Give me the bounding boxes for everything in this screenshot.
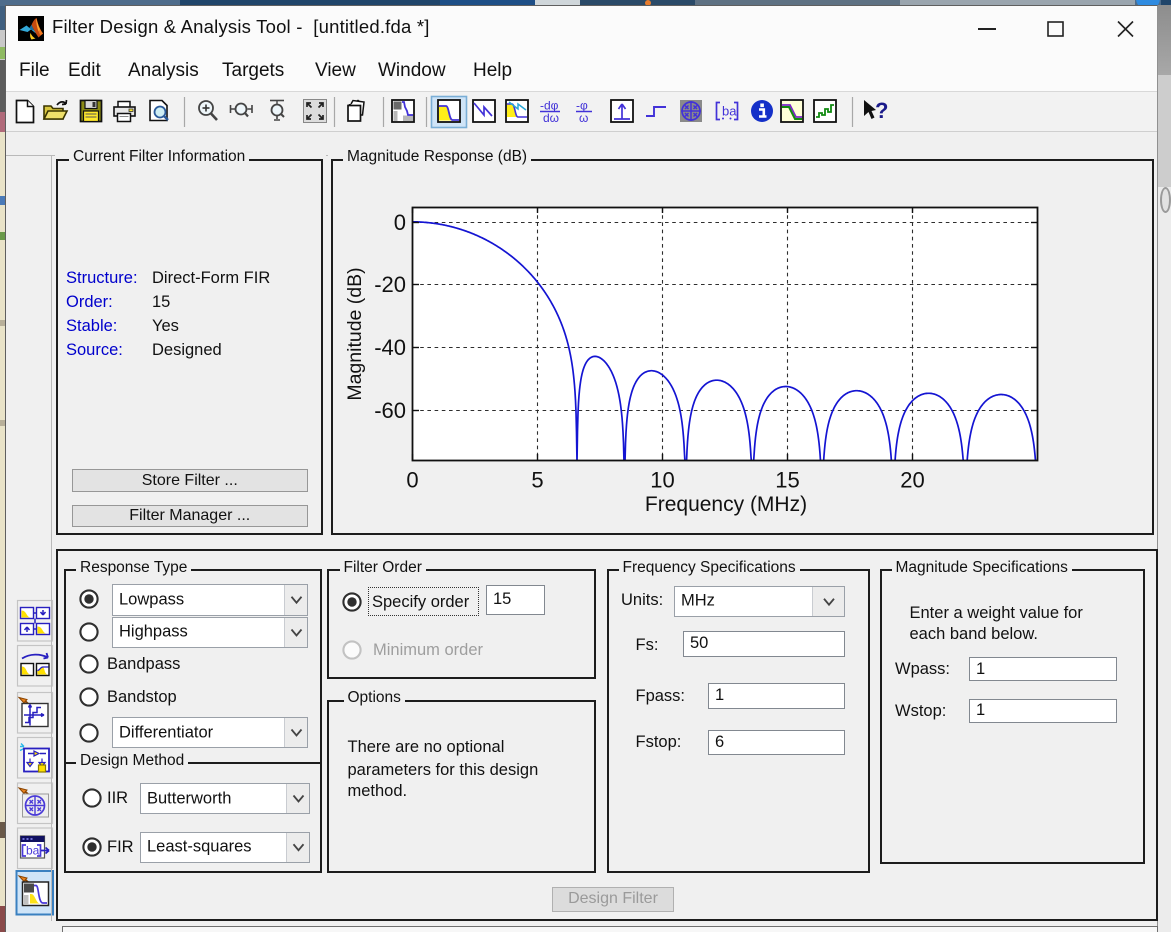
svg-text:?: ? xyxy=(875,98,888,123)
svg-text:ω: ω xyxy=(579,111,588,125)
svg-text:ba: ba xyxy=(26,844,40,858)
svg-text:20: 20 xyxy=(900,468,924,493)
svg-text:0: 0 xyxy=(394,210,406,235)
svg-text:-60: -60 xyxy=(374,398,406,423)
svg-text:-20: -20 xyxy=(374,272,406,297)
svg-text:-40: -40 xyxy=(374,335,406,360)
svg-text:Frequency (MHz): Frequency (MHz) xyxy=(645,493,807,516)
svg-text:0: 0 xyxy=(406,468,418,493)
svg-text:Magnitude (dB): Magnitude (dB) xyxy=(344,267,366,400)
svg-text:5: 5 xyxy=(531,468,543,493)
svg-text:dω: dω xyxy=(543,111,559,125)
svg-text:10: 10 xyxy=(650,468,674,493)
svg-text:ba: ba xyxy=(722,104,737,119)
svg-text:15: 15 xyxy=(775,468,799,493)
